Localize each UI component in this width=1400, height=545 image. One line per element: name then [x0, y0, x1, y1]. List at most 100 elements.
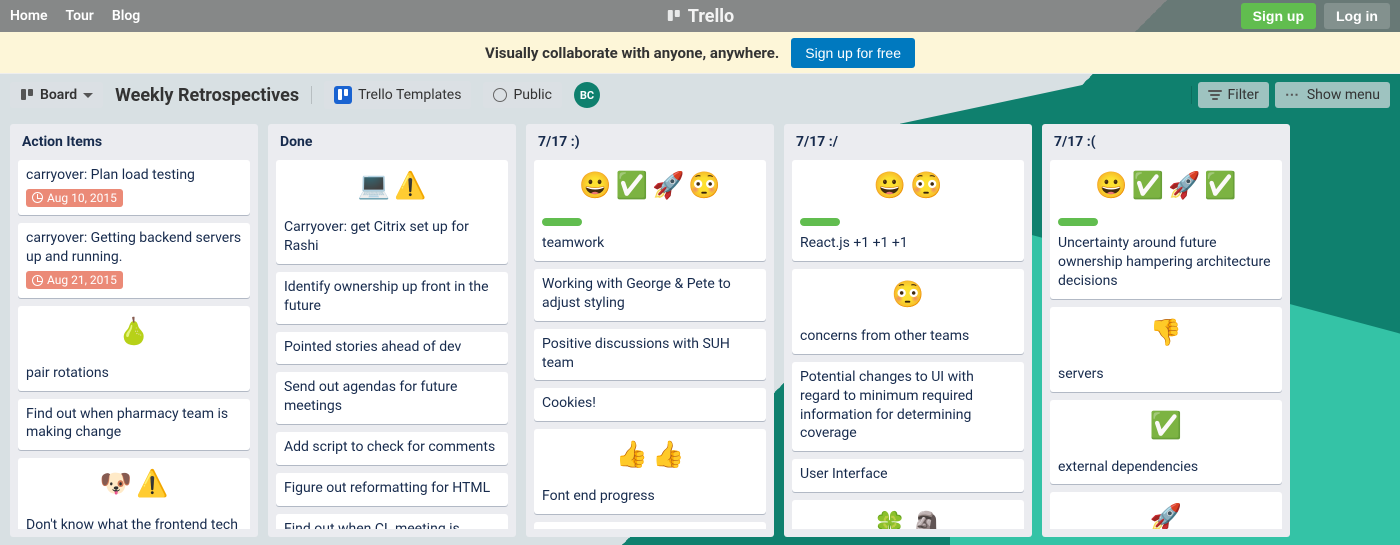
sticker-icon: 👍	[616, 442, 648, 468]
card[interactable]: 🐶⚠️Don't know what the frontend tech sta…	[18, 458, 250, 529]
list: Action Items carryover: Plan load testing…	[10, 124, 258, 537]
card-title: Add script to check for comments	[284, 438, 500, 457]
sticker-icon: 🍀	[874, 513, 906, 529]
signup-free-button[interactable]: Sign up for free	[791, 38, 915, 68]
list-title[interactable]: Done	[276, 132, 508, 152]
card-title: Identify ownership up front in the futur…	[284, 278, 500, 316]
list-title[interactable]: 7/17 :(	[1050, 132, 1282, 152]
card[interactable]: Working with George & Pete to adjust sty…	[534, 269, 766, 321]
card[interactable]: 🍀🗿politics	[792, 500, 1024, 529]
card-title: Font end progress	[542, 487, 758, 506]
cards-container: 😀✅🚀😳teamwork Working with George & Pete t…	[534, 160, 766, 529]
visibility-label: Public	[513, 87, 552, 103]
card-title: Alternating 7-4/8-5	[542, 528, 758, 529]
card[interactable]: Positive discussions with SUH team	[534, 329, 766, 381]
card[interactable]: 🚀me too / kitchen sink feature requests	[1050, 492, 1282, 529]
card[interactable]: Send out agendas for future meetings	[276, 372, 508, 424]
sticker-icon: ✅	[616, 173, 648, 199]
filter-button[interactable]: Filter	[1198, 82, 1269, 108]
board-view-label: Board	[40, 87, 77, 103]
show-menu-button[interactable]: ⋯ Show menu	[1275, 82, 1390, 108]
list: 7/17 :( 😀✅🚀✅Uncertainty around future own…	[1042, 124, 1290, 537]
card-title: Pointed stories ahead of dev	[284, 338, 500, 357]
sticker-icon: 💻	[358, 173, 390, 199]
card-title: pair rotations	[26, 364, 242, 383]
card[interactable]: Identify ownership up front in the futur…	[276, 272, 508, 324]
sticker-icon: 🚀	[1150, 505, 1182, 529]
sticker-icon: ⚠️	[136, 471, 168, 497]
card-cover: 👍👍	[534, 429, 766, 481]
card[interactable]: 👎servers	[1050, 307, 1282, 392]
trello-logo-icon	[666, 8, 682, 24]
card[interactable]: carryover: Plan load testingAug 10, 2015	[18, 160, 250, 215]
board-lists: Action Items carryover: Plan load testing…	[0, 116, 1400, 545]
card-title: Send out agendas for future meetings	[284, 378, 500, 416]
nav-blog[interactable]: Blog	[112, 8, 140, 24]
list-title[interactable]: 7/17 :/	[792, 132, 1024, 152]
card-title: Potential changes to UI with regard to m…	[800, 368, 1016, 444]
card[interactable]: Pointed stories ahead of dev	[276, 332, 508, 365]
member-avatar[interactable]: BC	[574, 82, 600, 108]
card-cover: 😀✅🚀✅	[1050, 160, 1282, 212]
card[interactable]: 😀✅🚀😳teamwork	[534, 160, 766, 261]
card-cover: 😳	[792, 269, 1024, 321]
due-date-badge: Aug 21, 2015	[26, 271, 123, 289]
list-title[interactable]: Action Items	[18, 132, 250, 152]
brand: Trello	[666, 6, 734, 27]
card-title: concerns from other teams	[800, 327, 1016, 346]
card-cover: 😀😳	[792, 160, 1024, 212]
board-view-switcher[interactable]: Board	[10, 82, 103, 108]
card[interactable]: Find out when pharmacy team is making ch…	[18, 399, 250, 451]
due-date-badge: Aug 10, 2015	[26, 189, 123, 207]
sticker-icon: 🗿	[910, 513, 942, 529]
card[interactable]: Find out when CL meeting is	[276, 514, 508, 529]
card[interactable]: User Interface	[792, 459, 1024, 492]
login-button[interactable]: Log in	[1324, 3, 1390, 29]
globe-icon	[493, 88, 507, 102]
card-title: Figure out reformatting for HTML	[284, 479, 500, 498]
board-title[interactable]: Weekly Retrospectives	[115, 85, 299, 106]
card[interactable]: 👍👍 Font end progress	[534, 429, 766, 514]
card-title: Don't know what the frontend tech stack …	[26, 516, 242, 529]
card-label	[542, 218, 582, 226]
clock-icon	[32, 192, 43, 203]
card[interactable]: Potential changes to UI with regard to m…	[792, 362, 1024, 452]
visibility-button[interactable]: Public	[483, 82, 562, 108]
card[interactable]: 😀✅🚀✅Uncertainty around future ownership …	[1050, 160, 1282, 299]
board-header: Board Weekly Retrospectives Trello Templ…	[0, 74, 1400, 116]
list-title[interactable]: 7/17 :)	[534, 132, 766, 152]
templates-label: Trello Templates	[358, 87, 461, 103]
card[interactable]: 🍐 pair rotations	[18, 306, 250, 391]
sticker-icon: ✅	[1150, 413, 1182, 439]
templates-button[interactable]: Trello Templates	[324, 81, 471, 109]
card-label	[800, 218, 840, 226]
signup-button[interactable]: Sign up	[1241, 3, 1316, 29]
top-nav-links: Home Tour Blog	[10, 8, 140, 24]
nav-tour[interactable]: Tour	[66, 8, 94, 24]
card[interactable]: Add script to check for comments	[276, 432, 508, 465]
card[interactable]: 💻⚠️Carryover: get Citrix set up for Rash…	[276, 160, 508, 264]
promo-banner: Visually collaborate with anyone, anywhe…	[0, 32, 1400, 74]
banner-message: Visually collaborate with anyone, anywhe…	[485, 44, 779, 62]
card[interactable]: carryover: Getting backend servers up an…	[18, 223, 250, 297]
sticker-icon: ⚠️	[394, 173, 426, 199]
sticker-icon: 😳	[910, 173, 942, 199]
sticker-icon: 🍐	[118, 319, 150, 345]
card[interactable]: 😳 concerns from other teams	[792, 269, 1024, 354]
due-date-text: Aug 10, 2015	[47, 191, 117, 205]
card[interactable]: ✅external dependencies	[1050, 400, 1282, 485]
sticker-icon: ✅	[1132, 173, 1164, 199]
list: 7/17 :) 😀✅🚀😳teamwork Working with George &…	[526, 124, 774, 537]
card-title: carryover: Getting backend servers up an…	[26, 229, 242, 267]
card-label	[1058, 218, 1098, 226]
filter-label: Filter	[1228, 87, 1259, 103]
card[interactable]: Figure out reformatting for HTML	[276, 473, 508, 506]
card-title: Positive discussions with SUH team	[542, 335, 758, 373]
sticker-icon: 🚀	[652, 173, 684, 199]
card[interactable]: Cookies!	[534, 388, 766, 421]
separator	[1191, 86, 1192, 104]
nav-home[interactable]: Home	[10, 8, 48, 24]
card[interactable]: 😀😳React.js +1 +1 +1	[792, 160, 1024, 261]
card[interactable]: Alternating 7-4/8-5	[534, 522, 766, 529]
card-cover: 👎	[1050, 307, 1282, 359]
